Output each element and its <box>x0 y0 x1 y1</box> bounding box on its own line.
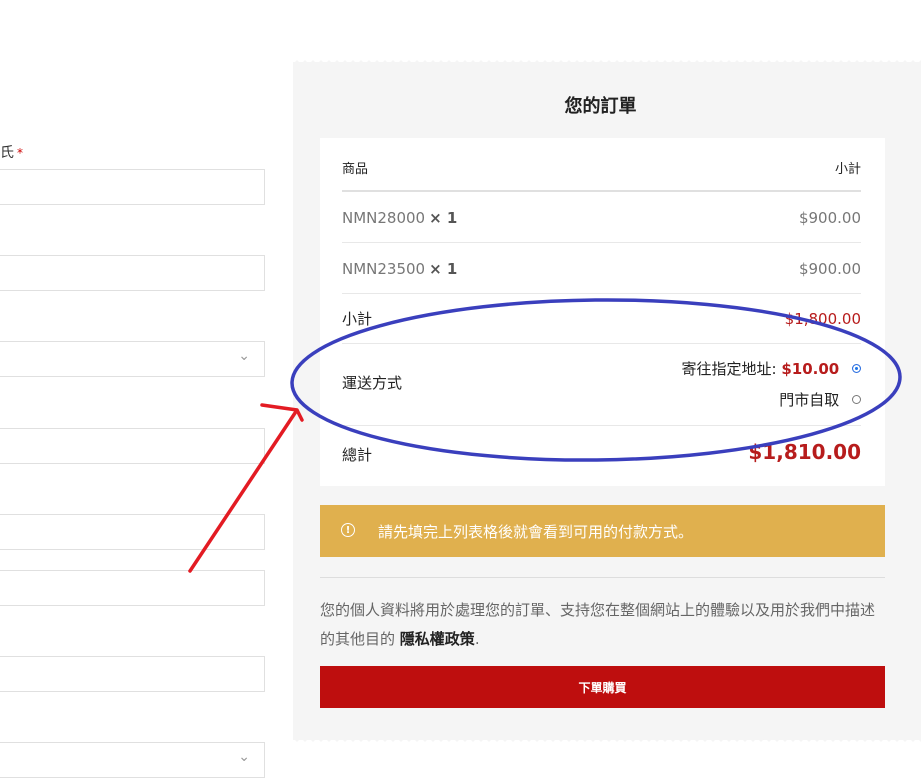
order-review-panel: 您的訂單 商品 小計 NMN28000 × 1 $900.00 NMN23500 ×… <box>293 62 921 740</box>
address-input[interactable] <box>0 428 265 464</box>
item-price: $900.00 <box>798 209 861 227</box>
item-name: NMN23500 × 1 <box>342 260 458 278</box>
cart-subtotal-row: 小計 $1,800.00 <box>342 294 861 344</box>
order-item-row: NMN28000 × 1 $900.00 <box>342 192 861 243</box>
shipping-option-pickup[interactable]: 門市自取 <box>779 389 861 410</box>
order-table: 商品 小計 NMN28000 × 1 $900.00 NMN23500 × 1 $9… <box>320 138 885 486</box>
address-line2-input[interactable] <box>0 514 265 550</box>
subtotal-value: $1,800.00 <box>784 310 861 328</box>
chevron-down-icon: ⌄ <box>238 749 250 765</box>
payment-notice: ! 請先填完上列表格後就會看到可用的付款方式。 <box>320 505 885 557</box>
billing-form: 氏 * ⌄ ⌄ <box>0 0 280 778</box>
postcode-input[interactable] <box>0 656 265 692</box>
privacy-text: 您的個人資料將用於處理您的訂單、支持您在整個網站上的體驗以及用於我們中描述的其他… <box>320 601 876 648</box>
panel-zigzag-bottom <box>293 738 921 742</box>
shipping-radio-delivery[interactable] <box>852 364 861 373</box>
info-circle-icon: ! <box>341 523 355 537</box>
payment-notice-text: 請先填完上列表格後就會看到可用的付款方式。 <box>378 523 694 541</box>
last-name-input[interactable] <box>0 169 265 205</box>
order-review-title: 您的訂單 <box>564 96 637 117</box>
shipping-row: 運送方式 寄往指定地址: $10.00 門市自取 <box>342 344 861 426</box>
subtotal-label: 小計 <box>342 310 373 328</box>
item-qty: × 1 <box>429 209 458 227</box>
col-subtotal-header: 小計 <box>834 162 861 177</box>
privacy-policy-link[interactable]: 隱私權政策 <box>400 630 475 648</box>
order-total-row: 總計 $1,810.00 <box>342 426 861 486</box>
divider <box>320 577 885 578</box>
city-input[interactable] <box>0 570 265 606</box>
required-mark: * <box>17 146 23 160</box>
shipping-option-delivery[interactable]: 寄往指定地址: $10.00 <box>681 358 861 379</box>
col-product-header: 商品 <box>342 162 369 177</box>
company-input[interactable] <box>0 255 265 291</box>
total-value: $1,810.00 <box>748 440 861 464</box>
item-price: $900.00 <box>798 260 861 278</box>
order-table-header: 商品 小計 <box>342 138 861 192</box>
chevron-down-icon: ⌄ <box>238 348 250 364</box>
order-item-row: NMN23500 × 1 $900.00 <box>342 243 861 294</box>
place-order-button[interactable]: 下單購買 <box>320 666 885 708</box>
item-name: NMN28000 × 1 <box>342 209 458 227</box>
total-label: 總計 <box>342 446 373 464</box>
shipping-label: 運送方式 <box>342 374 403 392</box>
last-name-label: 氏 * <box>0 145 23 161</box>
shipping-radio-pickup[interactable] <box>852 395 861 404</box>
country-select[interactable]: ⌄ <box>0 341 265 377</box>
shipping-option-price: $10.00 <box>781 360 840 378</box>
item-qty: × 1 <box>429 260 458 278</box>
state-select[interactable]: ⌄ <box>0 742 265 778</box>
